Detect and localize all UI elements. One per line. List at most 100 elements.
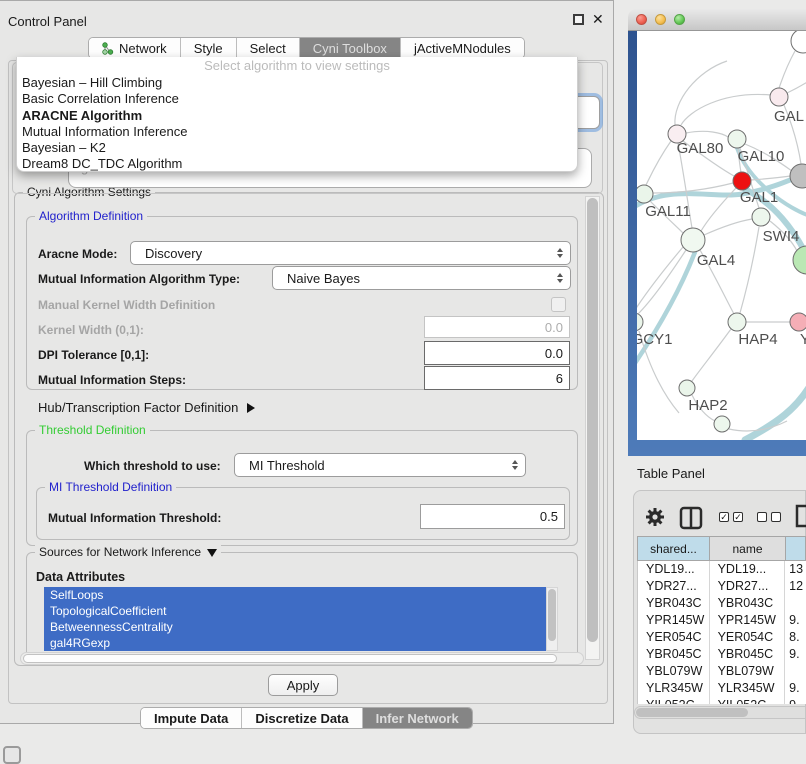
network-node-swi4[interactable] [752,208,770,226]
table-cell: YER054C [638,629,710,646]
minimize-traffic-light-icon[interactable] [655,14,666,25]
kernel-width-field[interactable]: 0.0 [424,316,570,338]
table-row[interactable]: YER054CYER054C8. [638,629,806,646]
column-header-partial[interactable] [786,536,806,561]
expanded-arrow-icon[interactable] [207,549,217,557]
network-node-hap2[interactable] [679,380,695,396]
settings-gear-icon[interactable] [645,507,665,527]
network-node-gcy1[interactable] [637,313,643,331]
table-panel-title: Table Panel [637,466,705,481]
table-row[interactable]: YDL19...YDL19...13 [638,561,806,578]
table-row[interactable]: YPR145WYPR145W9. [638,612,806,629]
list-item[interactable]: BetweennessCentrality [44,619,546,635]
network-frame: GALGAL80GAL10GAL1GAL11SWI4GAL4GCY1HAP4YH… [628,31,806,456]
column-header-shared-name[interactable]: shared... [637,536,710,561]
network-node-gal[interactable] [770,88,788,106]
column-header-name[interactable]: name [710,536,786,561]
show-columns-icon[interactable]: ✓ ✓ [719,512,743,522]
dropdown-item[interactable]: Basic Correlation Inference [17,91,577,107]
table-row[interactable]: YLR345WYLR345W9. [638,680,806,697]
tab-impute-data[interactable]: Impute Data [141,708,242,728]
dropdown-item[interactable]: Mutual Information Inference [17,124,577,140]
close-traffic-light-icon[interactable] [636,14,647,25]
dropdown-item[interactable]: Bayesian – K2 [17,140,577,156]
hide-columns-icon[interactable] [757,512,781,522]
network-node-gal10[interactable] [728,130,746,148]
tab-label: Cyni Toolbox [313,41,387,56]
which-threshold-label: Which threshold to use: [84,459,221,473]
hub-definition-label: Hub/Transcription Factor Definition [38,400,238,415]
apply-button[interactable]: Apply [268,674,338,696]
node-label: SWI4 [763,228,800,245]
tab-style[interactable]: Style [181,38,237,58]
table-cell: 9. [785,646,806,663]
list-item[interactable]: TopologicalCoefficient [44,603,546,619]
tab-label: Network [119,41,167,56]
mi-steps-field[interactable]: 6 [424,366,570,390]
network-node-gal1[interactable] [733,172,751,190]
hub-definition-toggle[interactable]: Hub/Transcription Factor Definition [38,400,255,415]
which-threshold-combobox[interactable]: MI Threshold [234,453,526,477]
network-node[interactable] [793,246,806,274]
table-row[interactable]: YIL052CYIL052C9. [638,697,806,704]
table-cell: YPR145W [638,612,710,629]
node-label: Y [800,331,806,348]
unchecked-box-icon [757,512,767,522]
tab-discretize-data[interactable]: Discretize Data [242,708,362,728]
network-node-gal4[interactable] [681,228,705,252]
table-cell: YIL052C [710,697,786,704]
tab-jactivemnodules[interactable]: jActiveMNodules [401,38,524,58]
table-cell: YBL079W [638,663,710,680]
float-window-icon[interactable] [573,14,584,25]
dropdown-item[interactable]: Dream8 DC_TDC Algorithm [17,156,577,172]
table-row[interactable]: YBR045CYBR045C9. [638,646,806,663]
table-row[interactable]: YBL079WYBL079W [638,663,806,680]
zoom-traffic-light-icon[interactable] [674,14,685,25]
table-cell: YLR345W [638,680,710,697]
manual-kernel-label: Manual Kernel Width Definition [38,298,215,312]
network-canvas[interactable]: GALGAL80GAL10GAL1GAL11SWI4GAL4GCY1HAP4YH… [637,31,806,440]
checked-box-icon: ✓ [719,512,729,522]
tab-cyni-toolbox[interactable]: Cyni Toolbox [300,38,401,58]
network-window-titlebar[interactable] [628,9,806,31]
tab-infer-network[interactable]: Infer Network [363,708,472,728]
tab-network[interactable]: Network [89,38,181,58]
table-hscrollbar-thumb[interactable] [636,708,748,717]
table-row[interactable]: YBR043CYBR043C [638,595,806,612]
tab-select[interactable]: Select [237,38,300,58]
node-label: GAL11 [645,203,691,220]
table-cell: YDR27... [710,578,786,595]
dpi-tolerance-field[interactable]: 0.0 [424,341,570,365]
algorithm-dropdown-list: Select algorithm to view settings Bayesi… [16,57,578,172]
new-table-icon[interactable] [795,504,806,528]
network-node-y[interactable] [790,313,806,331]
stepper-icon [512,460,518,470]
network-node[interactable] [714,416,730,432]
network-node-gal11[interactable] [637,185,653,203]
minimized-panel-icon[interactable] [3,746,21,764]
tab-label: Style [194,41,223,56]
mi-type-combobox[interactable]: Naive Bayes [272,266,571,290]
dropdown-item-selected[interactable]: ARACNE Algorithm [17,108,577,124]
table-cell: YDR27... [638,578,710,595]
horizontal-scrollbar-thumb[interactable] [23,654,557,663]
columns-panel-icon[interactable] [679,506,703,530]
table-cell: YBR043C [710,595,786,612]
network-node-hap4[interactable] [728,313,746,331]
list-scrollbar-thumb[interactable] [548,589,556,641]
network-node[interactable] [791,31,806,53]
network-svg: GALGAL80GAL10GAL1GAL11SWI4GAL4GCY1HAP4YH… [637,31,806,440]
aracne-mode-combobox[interactable]: Discovery [130,241,571,265]
settings-scrollbar-thumb[interactable] [587,198,598,642]
group-title: MI Threshold Definition [45,480,176,494]
mi-steps-label: Mutual Information Steps: [38,373,186,387]
list-item[interactable]: SelfLoops [44,587,546,603]
close-icon[interactable]: ✕ [592,11,604,28]
manual-kernel-checkbox[interactable] [551,297,566,312]
list-item[interactable]: gal4RGexp [44,635,546,651]
network-node[interactable] [790,164,806,188]
mi-threshold-field[interactable]: 0.5 [420,504,565,529]
table-row[interactable]: YDR27...YDR27...12 [638,578,806,595]
dropdown-item[interactable]: Bayesian – Hill Climbing [17,75,577,91]
stepper-icon [557,273,563,283]
